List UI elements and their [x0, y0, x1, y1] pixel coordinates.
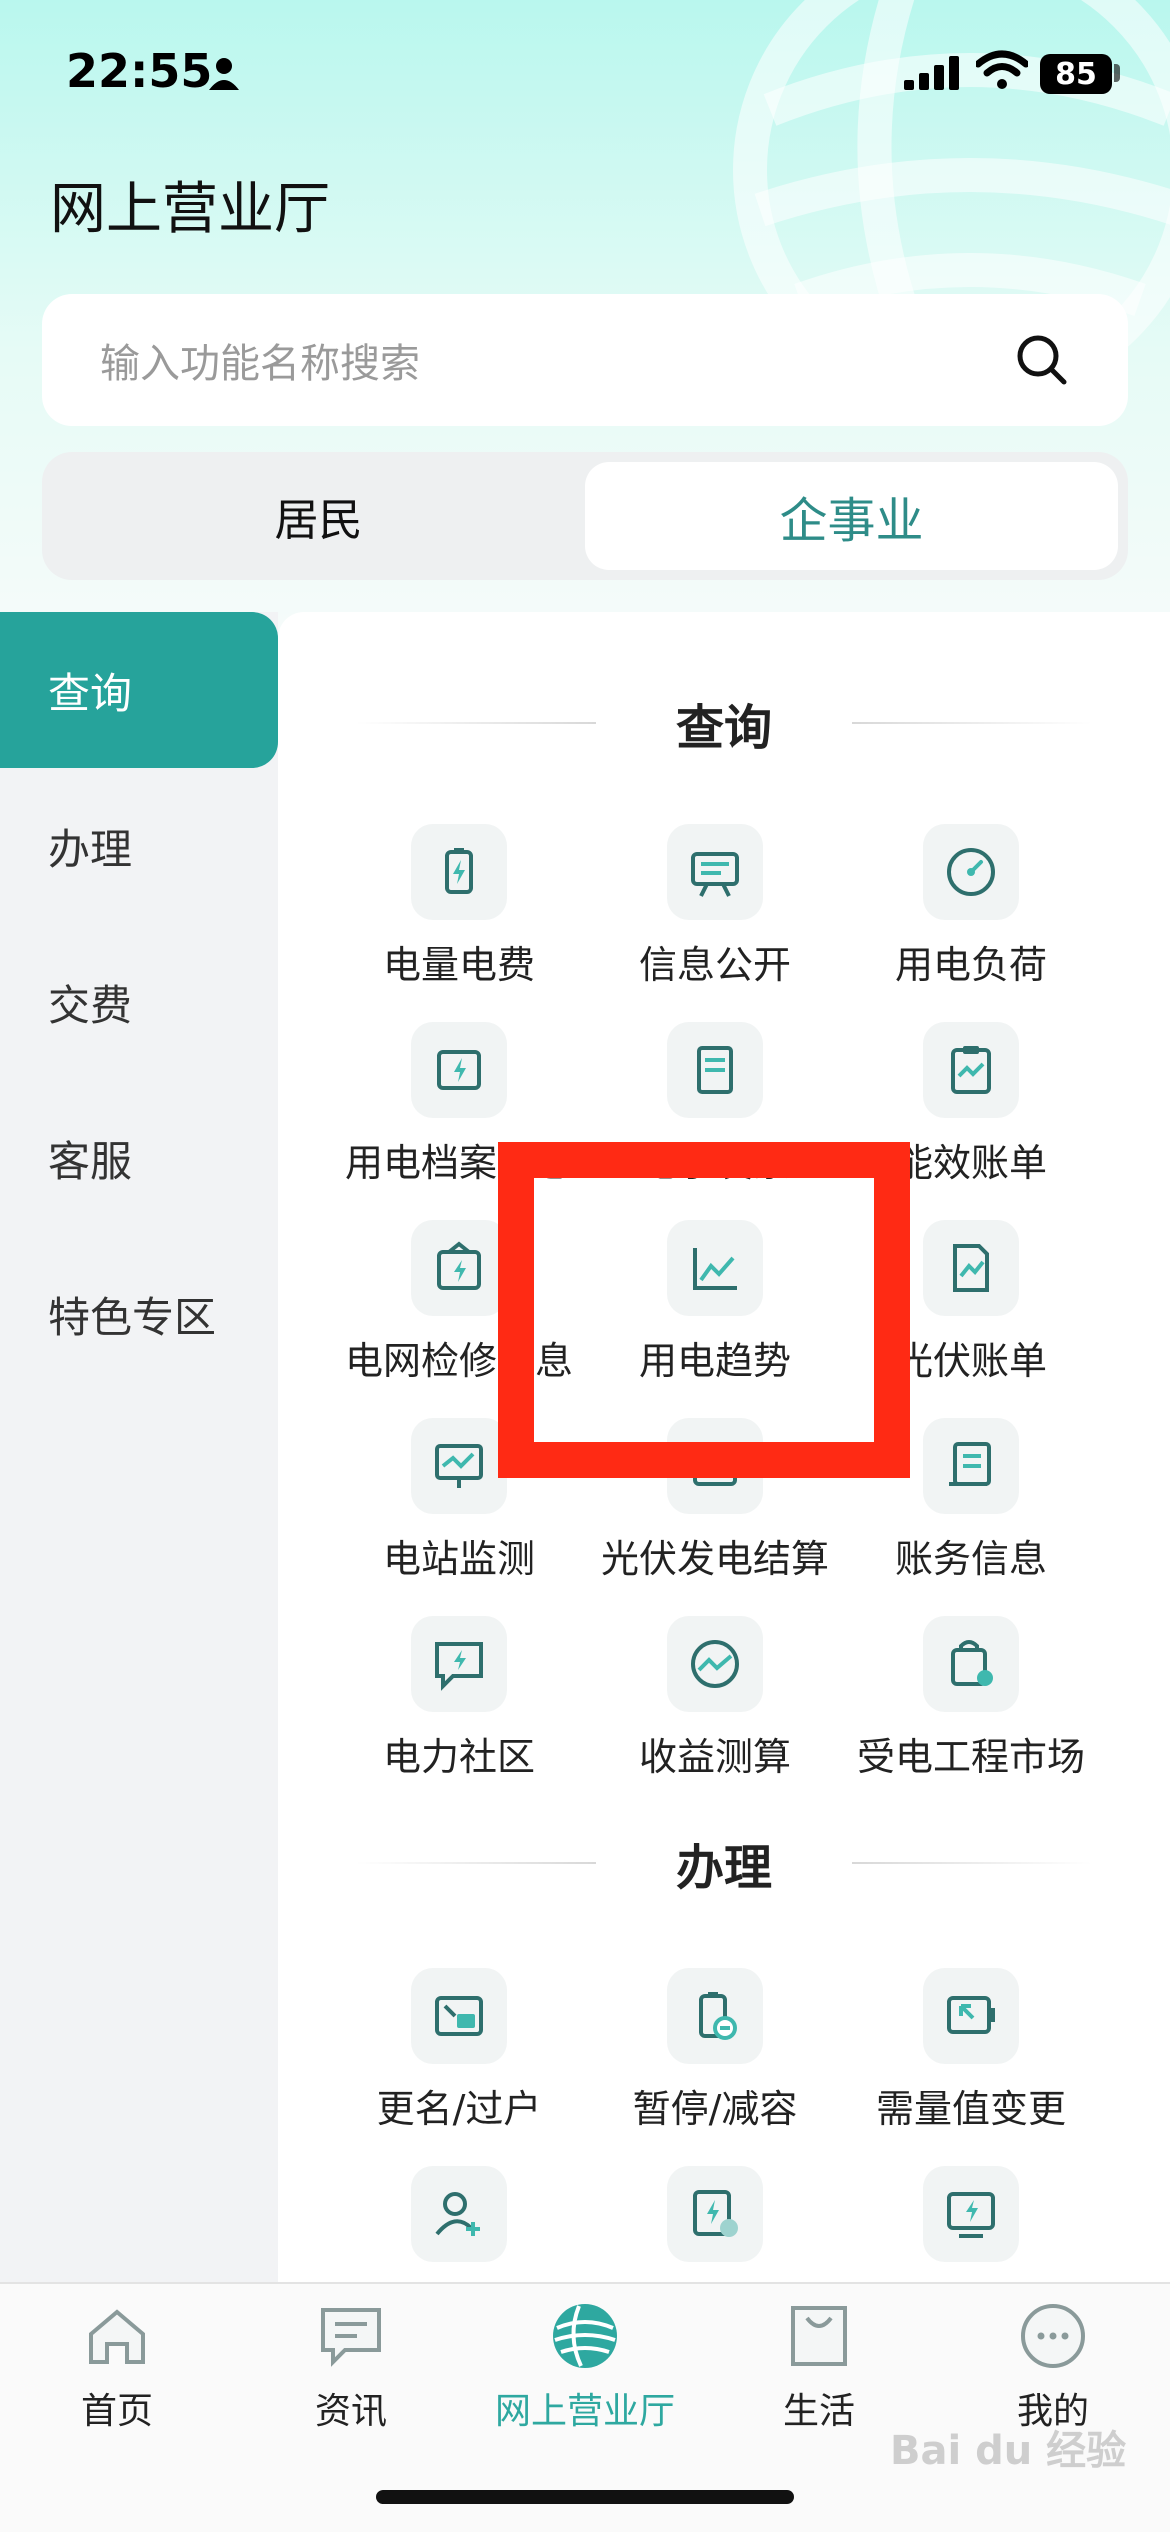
demand-change-icon	[947, 1996, 995, 2034]
function-item-rename-transfer[interactable]: 更名/过户	[329, 1968, 589, 2158]
shop-bag-gear-icon	[951, 1640, 993, 1686]
signal-icon	[904, 56, 959, 90]
function-item-revenue-calc[interactable]: 收益测算	[585, 1616, 845, 1806]
section-title-query: 查询	[278, 688, 1170, 758]
function-item-power-screen[interactable]	[841, 2166, 1101, 2282]
person-icon	[209, 58, 239, 90]
function-item-power-load[interactable]: 用电负荷	[841, 824, 1101, 1014]
gauge-icon	[947, 848, 995, 896]
sidebar-item-query[interactable]: 查询	[0, 612, 278, 768]
tab-label: 生活	[782, 2391, 855, 2432]
function-item-label: 暂停/减容	[632, 2087, 798, 2131]
divider-line	[852, 722, 1092, 724]
watermark: Bai du 经验	[890, 2428, 1127, 2474]
tab-home[interactable]: 首页	[0, 2300, 234, 2450]
status-time: 22:55	[66, 44, 213, 98]
battery-indicator: 85	[1040, 54, 1112, 94]
user-type-switch: 居民 企事业	[42, 452, 1128, 580]
billboard-icon	[691, 852, 739, 897]
function-item-label: 更名/过户	[376, 2087, 542, 2131]
invoice-icon	[697, 1046, 733, 1094]
function-item-meter-check[interactable]	[585, 2166, 845, 2282]
transfer-icon	[435, 1996, 483, 2036]
function-item-power-project-market[interactable]: 受电工程市场	[841, 1616, 1101, 1806]
function-item-power-bill[interactable]: 电量电费	[329, 824, 589, 1014]
archive-bolt-icon	[437, 1050, 481, 1090]
chat-bolt-icon	[435, 1642, 483, 1691]
news-chat-icon	[321, 2308, 381, 2367]
scroll-icon	[949, 1442, 991, 1486]
status-bar: 22:55 85	[0, 0, 1170, 150]
monitor-icon	[435, 1444, 483, 1488]
function-item-new-account[interactable]	[329, 2166, 589, 2282]
tab-news[interactable]: 资讯	[234, 2300, 468, 2450]
function-item-label: 电站监测	[382, 1537, 535, 1581]
function-item-label: 能效账单	[894, 1141, 1047, 1185]
shopping-bag-icon	[791, 2306, 847, 2366]
tab-enterprise[interactable]: 企事业	[585, 462, 1118, 570]
battery-tip	[1114, 64, 1120, 82]
search-icon[interactable]	[1014, 332, 1070, 388]
tab-label: 网上营业厅	[494, 2391, 675, 2432]
screen-bolt-icon	[947, 2192, 995, 2238]
tab-online-hall[interactable]: 网上营业厅	[468, 2300, 702, 2450]
function-item-suspend-reduce[interactable]: 暂停/减容	[585, 1968, 845, 2158]
function-item-label: 账务信息	[894, 1537, 1047, 1581]
sidebar-item-special[interactable]: 特色专区	[0, 1236, 278, 1392]
solar-bill-icon	[953, 1244, 989, 1292]
user-add-icon	[435, 2192, 480, 2236]
battery-minus-icon	[699, 1992, 737, 2040]
function-item-demand-change[interactable]: 需量值变更	[841, 1968, 1101, 2158]
function-item-info-disclosure[interactable]: 信息公开	[585, 824, 845, 1014]
section-title-text: 办理	[675, 1840, 772, 1896]
meter-check-icon	[693, 2190, 738, 2237]
page-title: 网上营业厅	[50, 177, 330, 242]
sidebar-item-handle[interactable]: 办理	[0, 768, 278, 924]
function-item-power-community[interactable]: 电力社区	[329, 1616, 589, 1806]
highlight-box	[498, 1142, 910, 1478]
function-item-label: 电量电费	[382, 943, 535, 987]
battery-bolt-icon	[445, 848, 473, 894]
function-item-label: 电力社区	[382, 1735, 535, 1779]
function-item-label: 光伏账单	[894, 1339, 1047, 1383]
function-item-label: 用电负荷	[894, 943, 1047, 987]
clipboard-chart-icon	[951, 1046, 991, 1094]
function-item-label: 需量值变更	[875, 2087, 1066, 2131]
function-item-label: 信息公开	[638, 943, 791, 987]
function-item-label: 光伏发电结算	[600, 1537, 829, 1581]
tab-resident[interactable]: 居民	[52, 462, 585, 570]
category-sidebar: 查询 办理 交费 客服 特色专区	[0, 612, 278, 2282]
section-title-text: 查询	[675, 700, 772, 756]
sidebar-item-service[interactable]: 客服	[0, 1080, 278, 1236]
search-input[interactable]: 输入功能名称搜索	[100, 331, 1014, 389]
home-icon	[89, 2309, 145, 2364]
function-item-label: 收益测算	[638, 1735, 791, 1779]
globe-icon	[553, 2304, 617, 2368]
divider-line	[355, 1862, 596, 1864]
divider-line	[355, 722, 596, 724]
divider-line	[852, 1862, 1092, 1864]
section-title-handle: 办理	[278, 1828, 1170, 1898]
home-indicator	[376, 2490, 794, 2504]
wifi-icon	[976, 50, 1028, 89]
search-bar[interactable]: 输入功能名称搜索	[42, 294, 1128, 426]
tab-label: 资讯	[314, 2391, 387, 2432]
tab-label: 首页	[80, 2391, 153, 2432]
sidebar-item-payment[interactable]: 交费	[0, 924, 278, 1080]
revenue-chart-icon	[691, 1640, 739, 1688]
maintenance-icon	[437, 1241, 481, 1290]
function-item-label: 受电工程市场	[856, 1735, 1085, 1779]
profile-face-icon	[1021, 2304, 1085, 2368]
